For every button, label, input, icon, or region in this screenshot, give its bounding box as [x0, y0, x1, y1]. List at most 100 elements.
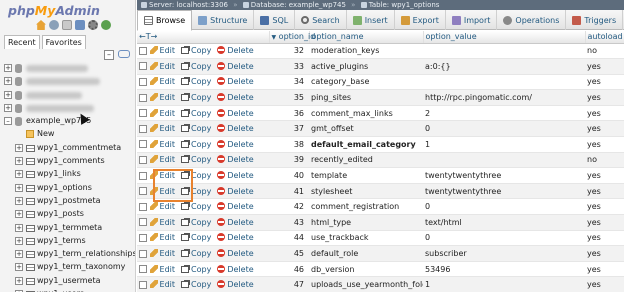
- cell-option-name[interactable]: template: [309, 167, 423, 184]
- tab-browse[interactable]: Browse: [137, 10, 193, 31]
- breadcrumb-server[interactable]: Server: localhost:3306: [149, 1, 228, 9]
- edit-button[interactable]: Edit: [149, 155, 175, 164]
- table-label[interactable]: wpy1_commentmeta: [37, 143, 121, 152]
- tab-operations[interactable]: Operations: [497, 10, 567, 30]
- delete-button[interactable]: Delete: [217, 264, 254, 274]
- cell-option-value[interactable]: [423, 152, 585, 169]
- cell-option-name[interactable]: html_type: [309, 214, 423, 231]
- cell-option-value[interactable]: twentytwentythree: [423, 183, 585, 200]
- delete-button[interactable]: Delete: [217, 233, 254, 242]
- expand-icon[interactable]: +: [15, 236, 23, 245]
- copy-button[interactable]: Copy: [181, 218, 211, 227]
- home-icon[interactable]: [36, 20, 46, 30]
- cell-option-name[interactable]: recently_edited: [309, 152, 423, 169]
- table-node[interactable]: + wpy1_links: [0, 168, 135, 181]
- copy-button[interactable]: Copy: [181, 233, 211, 242]
- table-node[interactable]: + wpy1_posts: [0, 208, 135, 221]
- database-node[interactable]: +: [0, 102, 135, 115]
- expand-icon[interactable]: +: [15, 276, 23, 285]
- cell-option-value[interactable]: [423, 43, 585, 60]
- sql-docs-icon[interactable]: [75, 20, 85, 30]
- cell-option-value[interactable]: 0: [423, 120, 585, 138]
- table-label[interactable]: wpy1_termmeta: [37, 223, 102, 232]
- cell-option-id[interactable]: 46: [269, 261, 309, 278]
- edit-button[interactable]: Edit: [149, 202, 175, 211]
- database-node[interactable]: +: [0, 75, 135, 88]
- row-checkbox[interactable]: [139, 46, 147, 55]
- tab-favorites[interactable]: Favorites: [41, 35, 86, 49]
- delete-button[interactable]: Delete: [217, 46, 254, 55]
- collapse-icon[interactable]: –: [4, 117, 12, 126]
- database-node[interactable]: +: [0, 89, 135, 102]
- row-checkbox[interactable]: [139, 62, 147, 71]
- expand-icon[interactable]: +: [4, 90, 12, 99]
- cell-option-value[interactable]: a:0:{}: [423, 58, 585, 75]
- cell-option-name[interactable]: db_version: [309, 261, 423, 278]
- tab-export[interactable]: Export: [395, 10, 446, 30]
- new-table-label[interactable]: New: [37, 129, 54, 138]
- cell-autoload[interactable]: no: [585, 152, 624, 169]
- delete-button[interactable]: Delete: [217, 93, 254, 102]
- cell-option-value[interactable]: 53496: [423, 261, 585, 278]
- cell-option-name[interactable]: default_role: [309, 245, 423, 262]
- row-checkbox[interactable]: [139, 124, 147, 133]
- copy-button[interactable]: Copy: [181, 280, 211, 289]
- table-node[interactable]: + wpy1_commentmeta: [0, 142, 135, 155]
- cell-option-id[interactable]: 35: [269, 89, 309, 106]
- copy-button[interactable]: Copy: [181, 249, 211, 258]
- row-checkbox[interactable]: [139, 109, 147, 118]
- cell-option-name[interactable]: ping_sites: [309, 89, 423, 106]
- delete-button[interactable]: Delete: [217, 155, 254, 164]
- expand-icon[interactable]: +: [15, 250, 23, 259]
- cell-autoload[interactable]: yes: [585, 120, 624, 138]
- table-row[interactable]: Edit Copy Delete 45 default_role subscriber ye…: [137, 245, 624, 262]
- expand-icon[interactable]: +: [15, 196, 23, 205]
- cell-option-value[interactable]: text/html: [423, 214, 585, 231]
- copy-button[interactable]: Copy: [181, 155, 211, 164]
- delete-button[interactable]: Delete: [217, 280, 254, 289]
- cell-autoload[interactable]: yes: [585, 136, 624, 153]
- table-label[interactable]: wpy1_links: [37, 169, 81, 178]
- cell-option-id[interactable]: 34: [269, 74, 309, 91]
- cell-autoload[interactable]: yes: [585, 167, 624, 184]
- expand-icon[interactable]: +: [4, 77, 12, 86]
- breadcrumb-table[interactable]: Table: wpy1_options: [369, 1, 440, 9]
- cell-option-name[interactable]: stylesheet: [309, 183, 423, 200]
- cell-autoload[interactable]: yes: [585, 58, 624, 75]
- cell-autoload[interactable]: yes: [585, 89, 624, 106]
- cell-option-id[interactable]: 39: [269, 152, 309, 169]
- copy-button[interactable]: Copy: [181, 77, 211, 86]
- table-row[interactable]: Edit Copy Delete 35 ping_sites http://rpc.pin…: [137, 89, 624, 106]
- cell-option-name[interactable]: use_trackback: [309, 230, 423, 247]
- delete-button[interactable]: Delete: [217, 202, 254, 211]
- edit-button[interactable]: Edit: [149, 46, 175, 55]
- cell-autoload[interactable]: yes: [585, 245, 624, 262]
- expand-icon[interactable]: +: [15, 143, 23, 152]
- copy-button[interactable]: Copy: [181, 140, 211, 149]
- copy-button[interactable]: Copy: [181, 46, 211, 55]
- expand-icon[interactable]: +: [15, 157, 23, 166]
- row-checkbox[interactable]: [139, 233, 147, 242]
- table-label[interactable]: wpy1_posts: [37, 209, 84, 218]
- column-header-option-name[interactable]: option_name: [309, 31, 424, 44]
- delete-button[interactable]: Delete: [217, 77, 254, 86]
- edit-button[interactable]: Edit: [149, 186, 175, 196]
- cell-option-name[interactable]: default_email_category: [309, 136, 423, 153]
- row-checkbox[interactable]: [139, 171, 147, 180]
- cell-option-value[interactable]: http://rpc.pingomatic.com/: [423, 89, 585, 106]
- expand-icon[interactable]: +: [4, 103, 12, 112]
- database-node[interactable]: +: [0, 62, 135, 75]
- logout-icon[interactable]: [49, 20, 59, 30]
- tab-search[interactable]: Search: [295, 10, 347, 30]
- cell-autoload[interactable]: yes: [585, 276, 624, 292]
- edit-button[interactable]: Edit: [149, 171, 175, 180]
- copy-button[interactable]: Copy: [181, 265, 211, 274]
- cell-option-name[interactable]: uploads_use_yearmonth_folders: [309, 276, 423, 292]
- cell-option-id[interactable]: 42: [269, 198, 309, 216]
- column-header-option-value[interactable]: option_value: [423, 31, 586, 44]
- cell-option-name[interactable]: category_base: [309, 74, 423, 91]
- cell-option-id[interactable]: 47: [269, 276, 309, 292]
- expand-icon[interactable]: +: [15, 210, 23, 219]
- edit-button[interactable]: Edit: [149, 249, 175, 258]
- table-row[interactable]: Edit Copy Delete 34 category_base yes: [137, 74, 624, 91]
